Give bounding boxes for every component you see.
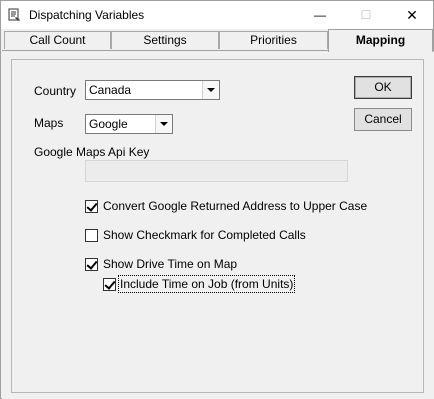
maximize-icon: ☐: [360, 8, 372, 22]
ok-button[interactable]: OK: [354, 76, 412, 99]
tab-mapping[interactable]: Mapping: [328, 29, 433, 52]
title-bar[interactable]: Dispatching Variables — ☐ ✕: [1, 1, 433, 29]
app-icon: [8, 8, 22, 22]
maps-label: Maps: [34, 116, 64, 130]
minimize-icon: —: [314, 8, 326, 22]
tab-strip: Call Count Settings Priorities Mapping: [1, 29, 433, 52]
time-on-job-label: Include Time on Job (from Units): [117, 275, 296, 293]
country-select[interactable]: Canada: [85, 80, 220, 100]
upper-case-label: Convert Google Returned Address to Upper…: [103, 199, 368, 213]
tab-priorities[interactable]: Priorities: [219, 31, 328, 49]
window-title: Dispatching Variables: [29, 8, 145, 22]
api-key-label: Google Maps Api Key: [34, 145, 150, 159]
cancel-button[interactable]: Cancel: [354, 108, 412, 131]
drive-time-label: Show Drive Time on Map: [103, 257, 238, 271]
completed-checkmark-label: Show Checkmark for Completed Calls: [103, 228, 306, 242]
maps-select[interactable]: Google: [85, 114, 173, 134]
close-icon: ✕: [406, 7, 418, 23]
minimize-button[interactable]: —: [297, 1, 343, 29]
country-value: Canada: [89, 83, 132, 97]
time-on-job-checkbox[interactable]: [103, 278, 116, 291]
chevron-down-icon[interactable]: [202, 81, 219, 99]
chevron-down-icon[interactable]: [155, 115, 172, 133]
close-button[interactable]: ✕: [389, 1, 434, 29]
dispatching-variables-window: Dispatching Variables — ☐ ✕ Call Count S…: [0, 0, 434, 399]
tab-settings[interactable]: Settings: [111, 31, 219, 49]
maps-value: Google: [89, 117, 128, 131]
api-key-field[interactable]: [85, 160, 348, 182]
upper-case-checkbox[interactable]: [85, 200, 98, 213]
tab-call-count[interactable]: Call Count: [4, 31, 111, 49]
completed-checkmark-checkbox[interactable]: [85, 229, 98, 242]
maximize-button[interactable]: ☐: [343, 1, 389, 29]
country-label: Country: [34, 84, 77, 98]
drive-time-checkbox[interactable]: [85, 258, 98, 271]
